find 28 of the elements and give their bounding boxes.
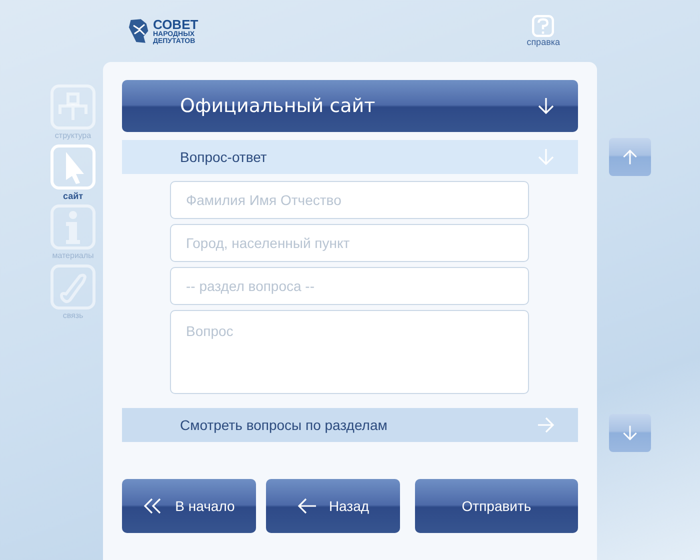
help-button[interactable]: справка [526,15,560,47]
input-field[interactable]: Фамилия Имя Отчество [170,181,529,219]
logo-text: СОВЕТ [153,18,198,30]
info-icon [50,204,96,250]
scroll-up-button[interactable] [609,138,651,176]
scroll-down-button[interactable] [609,414,651,452]
send-button[interactable]: Отправить [415,479,578,533]
left-arrow-icon [296,498,317,514]
nav-item[interactable]: сайт [50,144,96,202]
question-field[interactable]: Вопрос [170,310,529,394]
double-left-arrow-icon [143,498,164,514]
cursor-icon [50,144,96,190]
home-button[interactable]: В начало [122,479,256,533]
right-arrow-icon [536,415,556,435]
help-icon [532,15,554,37]
up-arrow-icon [621,148,639,166]
down-arrow-icon [536,147,556,167]
section-bar[interactable]: Вопрос-ответ [122,140,578,174]
down-arrow-icon [536,96,556,116]
section-title: Вопрос-ответ [180,149,267,165]
header-title: Официальный сайт [180,95,376,117]
structure-icon [50,84,96,130]
browse-link-text: Смотреть вопросы по разделам [180,417,388,433]
input-field[interactable]: Город, населенный пункт [170,224,529,262]
back-button[interactable]: Назад [266,479,400,533]
browse-link[interactable]: Смотреть вопросы по разделам [122,408,578,442]
down-arrow-icon [621,424,639,442]
header-bar[interactable]: Официальный сайт [122,80,578,132]
